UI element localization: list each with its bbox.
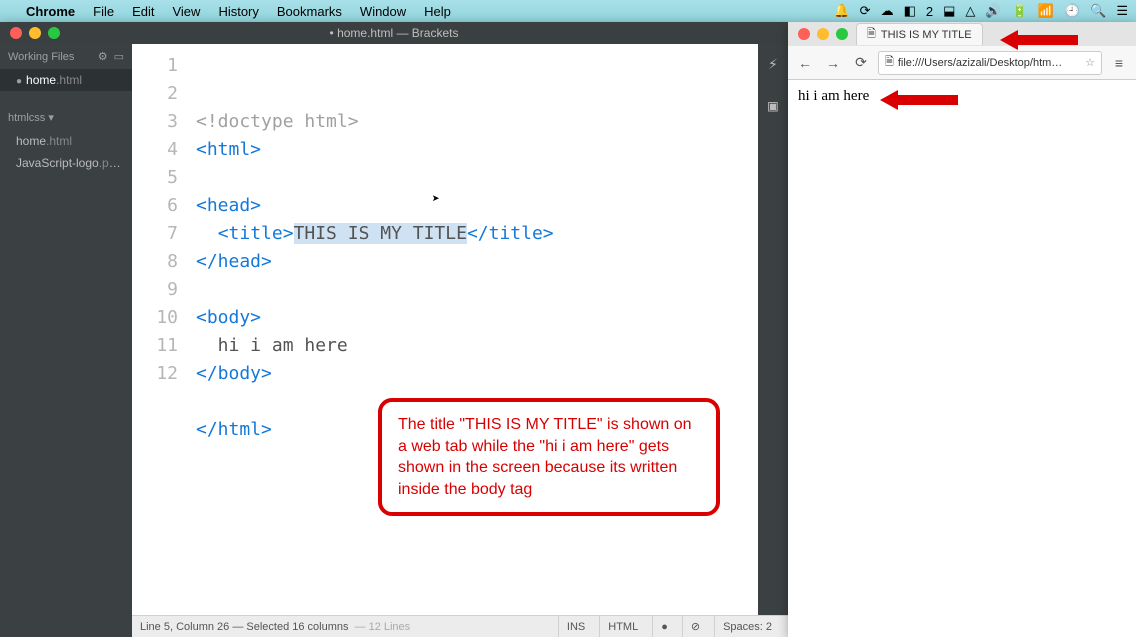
bookmark-star-icon[interactable]: ☆ <box>1085 56 1095 69</box>
page-content: hi i am here <box>788 80 1136 637</box>
line-number-gutter: 123456789101112 <box>132 44 192 615</box>
notifications-icon[interactable]: 🔔 <box>833 3 849 19</box>
code-editor[interactable]: <!doctype html><html><head> <title>THIS … <box>192 44 758 615</box>
close-button[interactable] <box>10 27 22 39</box>
lint-status-icon[interactable]: ● <box>652 616 676 637</box>
body-text: hi i am here <box>798 88 869 104</box>
close-button[interactable] <box>798 28 810 40</box>
menu-file[interactable]: File <box>93 4 114 19</box>
menu-edit[interactable]: Edit <box>132 4 154 19</box>
insert-mode[interactable]: INS <box>558 616 593 637</box>
brackets-statusbar: Line 5, Column 26 — Selected 16 columns … <box>132 615 788 637</box>
maximize-button[interactable] <box>48 27 60 39</box>
callout-text: The title "THIS IS MY TITLE" is shown on… <box>398 416 692 498</box>
wifi-icon[interactable]: 📶 <box>1038 3 1054 19</box>
project-file-item[interactable]: JavaScript-logo.png <box>0 152 132 174</box>
back-button[interactable]: ← <box>794 52 816 74</box>
indent-mode[interactable]: Spaces: 2 <box>714 616 780 637</box>
drive-icon[interactable]: △ <box>965 3 975 19</box>
menu-window[interactable]: Window <box>360 4 406 19</box>
menu-view[interactable]: View <box>172 4 200 19</box>
browser-tab[interactable]: 🗎 THIS IS MY TITLE <box>856 23 983 45</box>
minimize-button[interactable] <box>817 28 829 40</box>
split-icon[interactable]: ▭ <box>114 50 124 63</box>
url-text: file:///Users/azizali/Desktop/htm… <box>898 57 1081 69</box>
live-preview-icon[interactable]: ⚡ <box>768 50 778 78</box>
file-icon: 🗎 <box>885 53 894 72</box>
dropbox-icon[interactable]: ⬓ <box>943 3 955 19</box>
app-menu[interactable]: Chrome <box>26 4 75 19</box>
language-mode[interactable]: HTML <box>599 616 646 637</box>
clock-icon[interactable]: 🕘 <box>1064 3 1080 19</box>
annotation-callout: The title "THIS IS MY TITLE" is shown on… <box>378 398 720 516</box>
menu-help[interactable]: Help <box>424 4 451 19</box>
window-controls <box>0 27 60 39</box>
file-ext: .html <box>46 134 72 148</box>
lines-status: — 12 Lines <box>355 621 411 633</box>
maximize-button[interactable] <box>836 28 848 40</box>
menu-icon[interactable]: ☰ <box>1116 3 1128 19</box>
menu-button[interactable]: ≡ <box>1108 52 1130 74</box>
chrome-titlebar[interactable]: 🗎 THIS IS MY TITLE <box>788 22 1136 46</box>
battery-icon[interactable]: 🔋 <box>1012 3 1028 19</box>
menubar-status-icons: 🔔 ⟳ ☁︎ ◧ 2 ⬓ △ 🔊 🔋 📶 🕘 🔍 ☰ <box>833 3 1128 19</box>
page-icon: 🗎 <box>867 25 876 44</box>
working-files-header[interactable]: Working Files ⚙ ▭ <box>0 44 132 69</box>
adobe-icon[interactable]: ◧ <box>904 3 916 19</box>
spotlight-icon[interactable]: 🔍 <box>1090 3 1106 19</box>
brackets-right-toolbar: ⚡ ▣ <box>758 44 788 615</box>
forward-button[interactable]: → <box>822 52 844 74</box>
window-controls <box>788 28 848 40</box>
sync-icon[interactable]: ⟳ <box>860 3 871 19</box>
project-file-item[interactable]: home.html <box>0 130 132 152</box>
address-bar[interactable]: 🗎 file:///Users/azizali/Desktop/htm… ☆ <box>878 51 1102 75</box>
brackets-window: • home.html — Brackets Working Files ⚙ ▭… <box>0 22 788 637</box>
working-files-label: Working Files <box>8 51 74 63</box>
brackets-sidebar: Working Files ⚙ ▭ ●home.html htmlcss ▾ h… <box>0 44 132 637</box>
macos-menubar: Chrome File Edit View History Bookmarks … <box>0 0 1136 22</box>
editor-area: 123456789101112 <!doctype html><html><he… <box>132 44 788 637</box>
brackets-titlebar[interactable]: • home.html — Brackets <box>0 22 788 44</box>
gear-icon[interactable]: ⚙ <box>98 50 108 63</box>
num-icon[interactable]: 2 <box>926 4 933 19</box>
file-ext: .html <box>56 73 82 87</box>
reload-button[interactable]: ⟳ <box>850 52 872 74</box>
file-name: JavaScript-logo <box>16 156 99 170</box>
file-ext: .png <box>99 156 122 170</box>
encoding-icon[interactable]: ⊘ <box>682 616 708 637</box>
file-name: home <box>16 134 46 148</box>
mouse-cursor-icon: ➤ <box>432 186 440 214</box>
volume-icon[interactable]: 🔊 <box>985 3 1001 19</box>
chrome-window: 🗎 THIS IS MY TITLE ← → ⟳ 🗎 file:///Users… <box>788 22 1136 637</box>
file-name: home <box>26 73 56 87</box>
working-file-item[interactable]: ● home.html <box>0 69 132 91</box>
chrome-toolbar: ← → ⟳ 🗎 file:///Users/azizali/Desktop/ht… <box>788 46 1136 80</box>
minimize-button[interactable] <box>29 27 41 39</box>
cursor-status: Line 5, Column 26 — Selected 16 columns <box>140 621 349 633</box>
menu-history[interactable]: History <box>218 4 258 19</box>
cloud-icon[interactable]: ☁︎ <box>881 3 894 19</box>
project-header[interactable]: htmlcss ▾ <box>0 105 132 130</box>
extensions-icon[interactable]: ▣ <box>768 92 778 120</box>
tab-title: THIS IS MY TITLE <box>881 29 972 41</box>
brackets-window-title: • home.html — Brackets <box>330 26 459 40</box>
menu-bookmarks[interactable]: Bookmarks <box>277 4 342 19</box>
modified-dot-icon: ● <box>16 76 22 87</box>
